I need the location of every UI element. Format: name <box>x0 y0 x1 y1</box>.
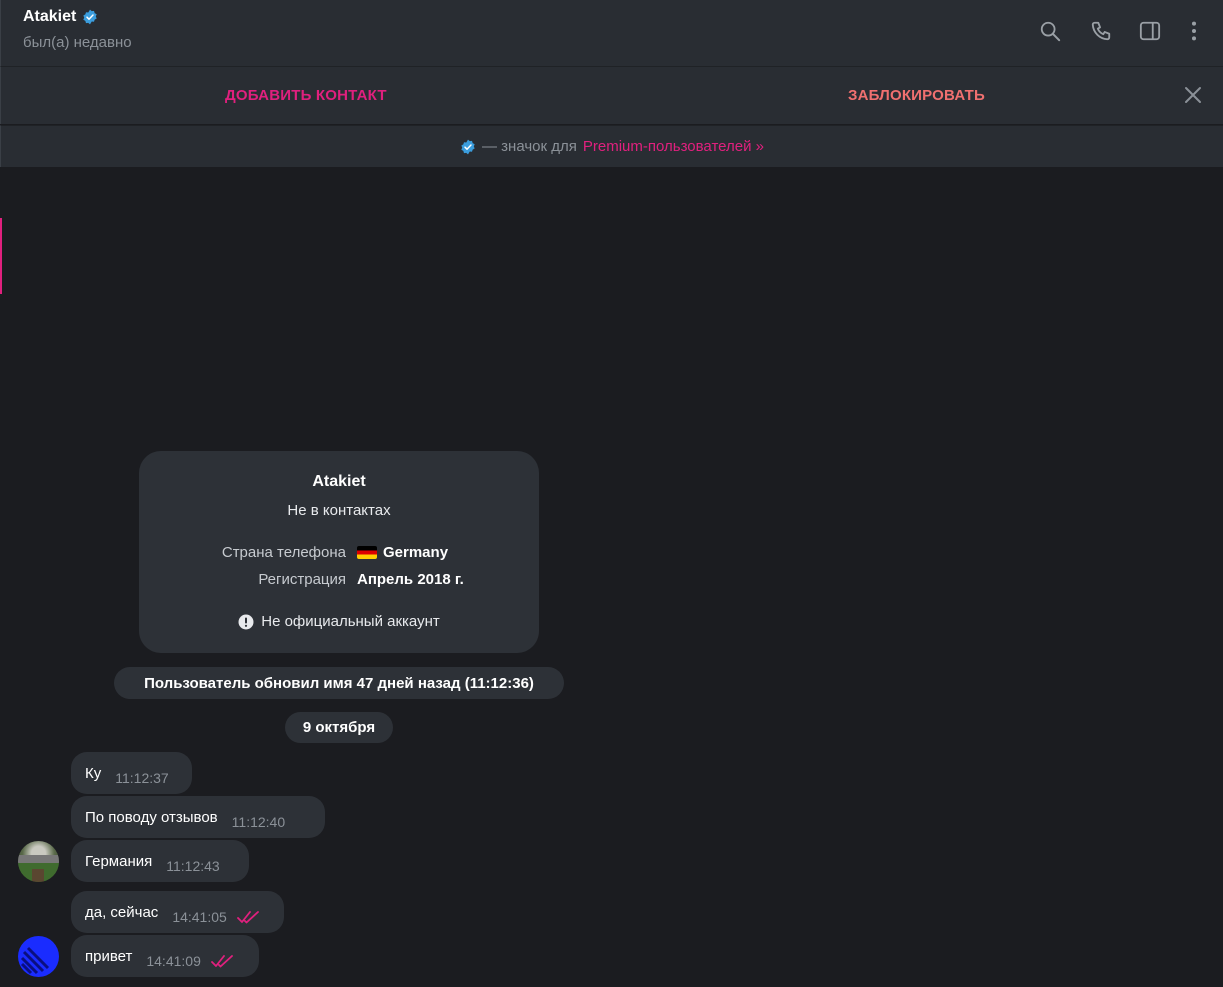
read-double-check-icon <box>210 955 233 968</box>
add-contact-button[interactable]: ДОБАВИТЬ КОНТАКТ <box>225 87 387 104</box>
message-bubble[interactable]: Германия 11:12:43 <box>71 840 249 882</box>
message-text: да, сейчас <box>85 903 159 921</box>
premium-badge-notice: — значок для Premium-пользователей » <box>0 125 1223 167</box>
contact-action-bar: ДОБАВИТЬ КОНТАКТ ЗАБЛОКИРОВАТЬ <box>0 66 1223 124</box>
germany-flag-icon <box>357 546 377 559</box>
date-divider: 9 октября <box>285 712 393 743</box>
message-text: Германия <box>85 852 153 870</box>
premium-notice-text: — значок для <box>482 138 577 155</box>
message-time: 11:12:37 <box>115 770 169 786</box>
unofficial-account-text: Не официальный аккаунт <box>261 613 440 630</box>
message-bubble[interactable]: да, сейчас 14:41:05 <box>71 891 284 933</box>
stadium-photo-icon <box>18 855 59 882</box>
message-time: 14:41:09 <box>146 953 201 969</box>
unofficial-account-note: Не официальный аккаунт <box>139 613 539 630</box>
registration-label: Регистрация <box>258 571 346 588</box>
service-message: Пользователь обновил имя 47 дней назад (… <box>114 667 564 699</box>
contact-info-card: Atakiet Не в контактах Страна телефона G… <box>139 451 539 653</box>
phone-call-icon[interactable] <box>1089 19 1113 43</box>
message-text: привет <box>85 947 133 965</box>
last-seen-status: был(а) недавно <box>23 34 132 51</box>
close-icon[interactable] <box>1183 85 1203 105</box>
phone-country-value: Germany <box>383 544 449 561</box>
verified-badge-icon <box>461 139 475 154</box>
message-bubble[interactable]: привет 14:41:09 <box>71 935 259 977</box>
scroll-accent-bar <box>0 218 2 294</box>
info-card-subtitle: Не в контактах <box>287 502 391 519</box>
message-text: Ку <box>85 764 102 782</box>
more-menu-icon[interactable] <box>1182 19 1206 43</box>
message-time: 14:41:05 <box>172 909 227 925</box>
phone-country-value-group: Germany <box>357 544 448 561</box>
chat-title[interactable]: Atakiet <box>23 8 98 26</box>
contact-avatar[interactable] <box>18 841 59 882</box>
sidebar-toggle-icon[interactable] <box>1138 19 1162 43</box>
my-avatar[interactable] <box>18 936 59 977</box>
warning-icon <box>238 614 254 629</box>
message-bubble[interactable]: По поводу отзывов 11:12:40 <box>71 796 325 838</box>
premium-link[interactable]: Premium-пользователей » <box>583 138 764 155</box>
contact-name: Atakiet <box>23 8 77 25</box>
info-card-name: Atakiet <box>312 473 366 490</box>
message-bubble[interactable]: Ку 11:12:37 <box>71 752 192 794</box>
search-icon[interactable] <box>1038 19 1062 43</box>
read-double-check-icon <box>236 911 259 924</box>
block-button[interactable]: ЗАБЛОКИРОВАТЬ <box>848 87 985 104</box>
message-time: 11:12:43 <box>166 858 220 874</box>
registration-value: Апрель 2018 г. <box>357 571 464 588</box>
verified-badge-icon <box>83 9 98 25</box>
message-text: По поводу отзывов <box>85 808 218 826</box>
message-time: 11:12:40 <box>231 814 286 830</box>
phone-country-label: Страна телефона <box>221 544 346 561</box>
chat-header: Atakiet был(а) недавно <box>0 0 1223 66</box>
striped-logo-icon <box>20 946 50 975</box>
